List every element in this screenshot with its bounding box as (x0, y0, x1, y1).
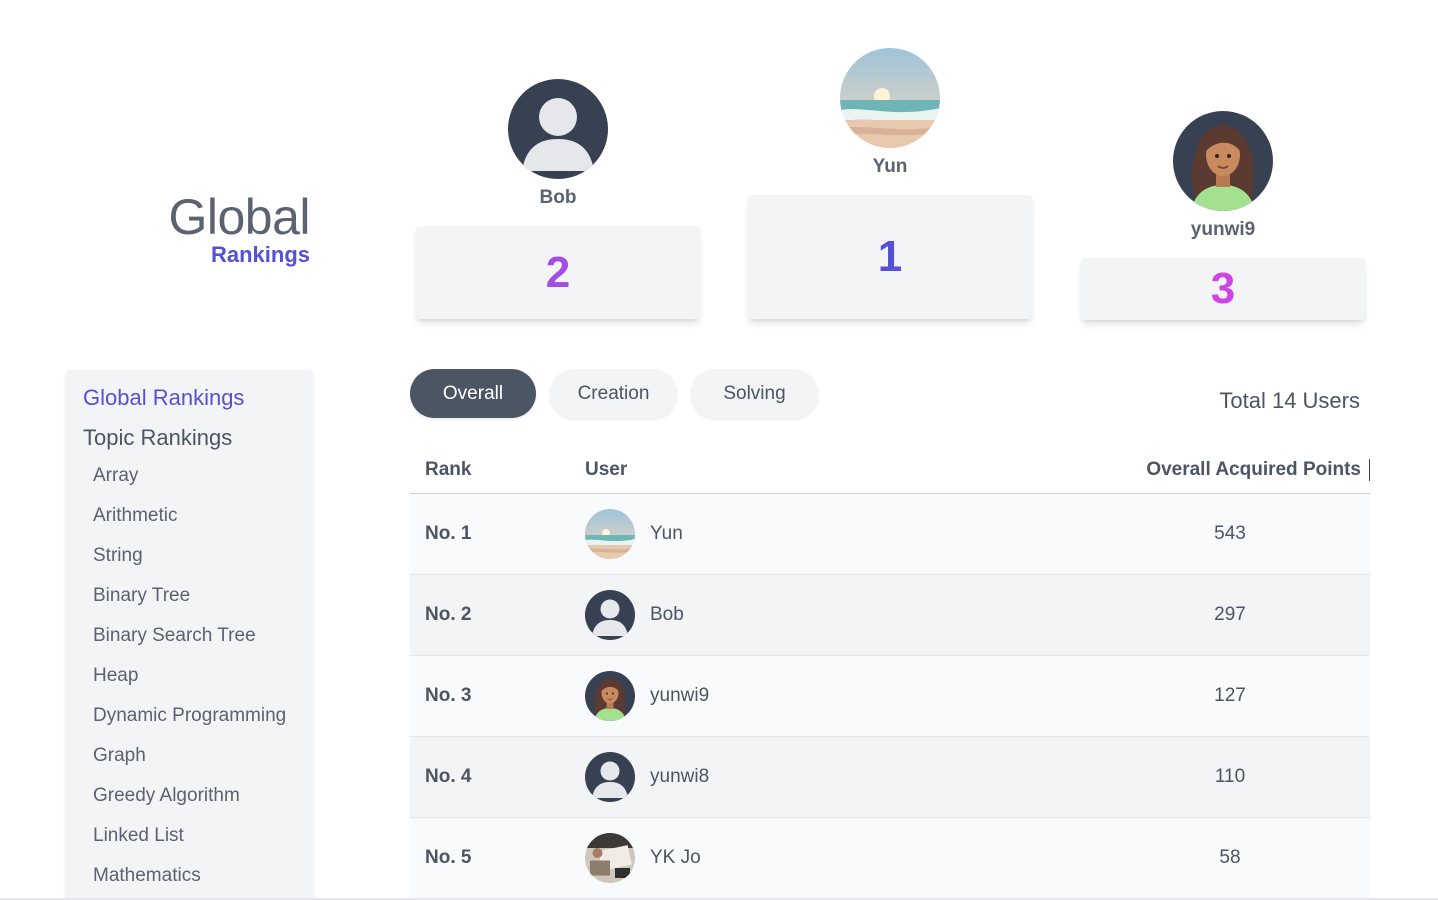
table-row[interactable]: No. 4 yunwi8 110 (410, 737, 1370, 818)
podium-first-rank: 1 (748, 195, 1032, 319)
podium-second-avatar[interactable] (508, 79, 608, 179)
row-user[interactable]: Yun (585, 509, 1090, 559)
row-points: 58 (1219, 847, 1241, 868)
sidebar-item-greedy-algorithm[interactable]: Greedy Algorithm (83, 780, 313, 820)
sidebar-item-binary-search-tree[interactable]: Binary Search Tree (83, 620, 313, 660)
table-header: Rank User Overall Acquired Points (410, 446, 1370, 494)
tab-solving[interactable]: Solving (691, 369, 818, 418)
podium-third: yunwi9 3 (1081, 111, 1365, 320)
row-points: 543 (1214, 523, 1246, 544)
row-rank: No. 3 (425, 685, 472, 706)
table-row[interactable]: No. 1 Yun 543 (410, 494, 1370, 575)
row-user[interactable]: Bob (585, 590, 1090, 640)
podium-second: Bob 2 (416, 79, 700, 319)
podium-third-avatar[interactable] (1173, 111, 1273, 211)
tab-creation[interactable]: Creation (550, 369, 677, 418)
row-rank: No. 5 (425, 847, 472, 868)
podium-second-name[interactable]: Bob (540, 187, 577, 213)
heading-subtitle: Rankings (210, 242, 310, 267)
sidebar-item-dynamic-programming[interactable]: Dynamic Programming (83, 700, 313, 740)
total-users-count: Total 14 Users (1219, 388, 1360, 413)
page-heading: Global Rankings (120, 188, 310, 268)
user-name[interactable]: YK Jo (650, 847, 701, 869)
row-rank: No. 2 (425, 604, 472, 625)
row-points: 127 (1214, 685, 1246, 706)
podium-first-name[interactable]: Yun (873, 156, 908, 182)
row-rank: No. 1 (425, 523, 472, 544)
heading-title: Global (168, 189, 310, 245)
user-avatar (585, 509, 635, 559)
sidebar-item-string[interactable]: String (83, 540, 313, 580)
sidebar-item-arithmetic[interactable]: Arithmetic (83, 500, 313, 540)
column-header-points: Overall Acquired Points (1120, 458, 1370, 481)
user-name[interactable]: yunwi9 (650, 685, 709, 707)
row-points: 110 (1214, 766, 1246, 787)
sidebar-item-binary-tree[interactable]: Binary Tree (83, 580, 313, 620)
podium-second-rank: 2 (416, 226, 700, 319)
column-header-user: User (585, 458, 628, 480)
rankings-sidebar: Global Rankings Topic Rankings Array Ari… (66, 370, 313, 900)
row-rank: No. 4 (425, 766, 472, 787)
user-avatar (585, 590, 635, 640)
row-user[interactable]: yunwi9 (585, 671, 1090, 721)
user-name[interactable]: Bob (650, 604, 684, 626)
table-row[interactable]: No. 5 YK Jo 58 (410, 818, 1370, 899)
sidebar-item-linked-list[interactable]: Linked List (83, 820, 313, 860)
ranking-tabs: Overall Creation Solving (410, 369, 818, 418)
podium-first: Yun 1 (748, 48, 1032, 319)
user-avatar (585, 752, 635, 802)
user-name[interactable]: yunwi8 (650, 766, 709, 788)
user-name[interactable]: Yun (650, 523, 683, 545)
rankings-table: Rank User Overall Acquired Points No. 1 … (410, 446, 1370, 899)
user-avatar (585, 833, 635, 883)
table-row[interactable]: No. 3 yunwi9 127 (410, 656, 1370, 737)
user-avatar (585, 671, 635, 721)
column-header-rank: Rank (425, 458, 472, 480)
table-row[interactable]: No. 2 Bob 297 (410, 575, 1370, 656)
sidebar-item-array[interactable]: Array (83, 460, 313, 500)
sidebar-global-rankings[interactable]: Global Rankings (83, 382, 313, 422)
row-user[interactable]: yunwi8 (585, 752, 1090, 802)
sidebar-item-mathematics[interactable]: Mathematics (83, 860, 313, 900)
tab-overall[interactable]: Overall (410, 369, 536, 418)
sidebar-item-graph[interactable]: Graph (83, 740, 313, 780)
row-points: 297 (1214, 604, 1246, 625)
podium-third-rank: 3 (1081, 258, 1365, 320)
sidebar-topic-rankings[interactable]: Topic Rankings (83, 422, 313, 460)
row-user[interactable]: YK Jo (585, 833, 1090, 883)
sidebar-item-heap[interactable]: Heap (83, 660, 313, 700)
podium-third-name[interactable]: yunwi9 (1191, 219, 1255, 245)
podium-first-avatar[interactable] (840, 48, 940, 148)
